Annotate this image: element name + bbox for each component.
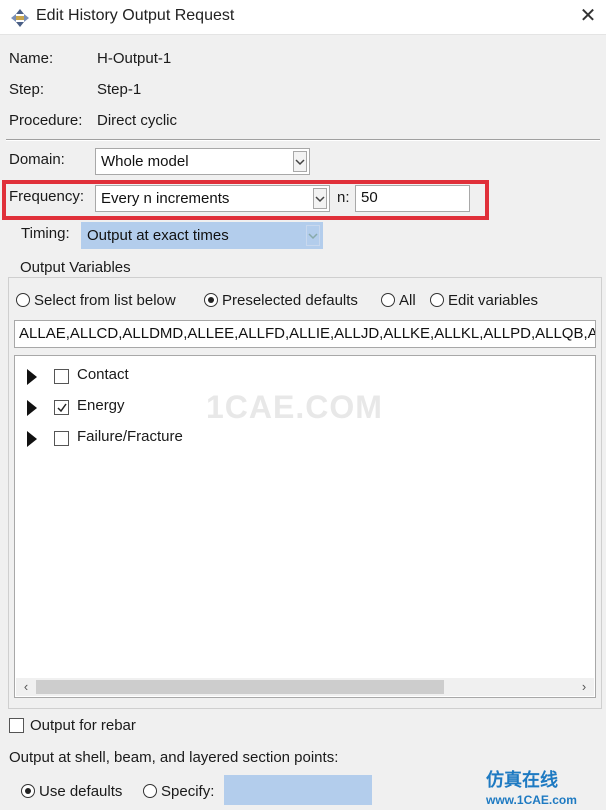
name-label: Name: [9, 50, 54, 67]
rebar-label: Output for rebar [30, 717, 136, 734]
specify-input-field[interactable] [224, 775, 372, 805]
chevron-down-icon[interactable] [293, 151, 307, 172]
radio-button[interactable] [381, 293, 395, 308]
step-value: Step-1 [97, 81, 142, 98]
radio-all[interactable]: All [381, 291, 416, 309]
scrollbar-thumb[interactable] [36, 680, 444, 694]
checkbox-energy[interactable] [54, 400, 69, 415]
variables-text: ALLAE,ALLCD,ALLDMD,ALLEE,ALLFD,ALLIE,ALL… [19, 325, 596, 342]
brand-watermark: 仿真在线 www.1CAE.com [486, 770, 577, 810]
checkbox-rebar[interactable] [9, 718, 24, 733]
domain-label: Domain: [9, 151, 65, 168]
timing-label: Timing: [21, 225, 70, 242]
abaqus-output-icon [10, 8, 30, 28]
variables-text-field[interactable]: ALLAE,ALLCD,ALLDMD,ALLEE,ALLFD,ALLIE,ALL… [14, 320, 596, 348]
step-label: Step: [9, 81, 45, 98]
horizontal-scrollbar[interactable]: ‹ › [16, 678, 594, 696]
close-icon[interactable]: ✕ [576, 3, 600, 29]
checkbox-contact[interactable] [54, 369, 69, 384]
window-title: Edit History Output Request [36, 7, 235, 24]
domain-value: Whole model [101, 153, 189, 170]
name-value: H-Output-1 [97, 50, 172, 67]
radio-button[interactable] [16, 293, 30, 308]
expand-arrow-icon[interactable] [27, 431, 37, 447]
checkbox-failure-fracture[interactable] [54, 431, 69, 446]
scroll-right-icon[interactable]: › [576, 679, 592, 695]
radio-button-selected[interactable] [21, 784, 35, 799]
procedure-label: Procedure: [9, 112, 83, 129]
chevron-down-icon[interactable] [306, 225, 320, 246]
radio-button-selected[interactable] [204, 293, 218, 308]
expand-arrow-icon[interactable] [27, 400, 37, 416]
brand-text: 仿真在线 [486, 770, 558, 790]
section-points-label: Output at shell, beam, and layered secti… [9, 749, 339, 766]
output-variables-title: Output Variables [16, 259, 135, 276]
scroll-left-icon[interactable]: ‹ [18, 679, 34, 695]
radio-specify[interactable]: Specify: [143, 782, 214, 800]
brand-url: www.1CAE.com [486, 793, 577, 807]
radio-button[interactable] [430, 293, 444, 308]
timing-value: Output at exact times [87, 227, 229, 244]
frequency-highlight-box [2, 180, 489, 220]
procedure-value: Direct cyclic [97, 112, 178, 129]
specify-input[interactable] [224, 775, 372, 805]
watermark-text: 1CAE.COM [206, 389, 383, 425]
radio-button[interactable] [143, 784, 157, 799]
radio-use-defaults[interactable]: Use defaults [21, 782, 122, 800]
radio-select-from-list[interactable]: Select from list below [16, 291, 176, 309]
domain-select[interactable]: Whole model [95, 148, 310, 175]
separator [6, 139, 600, 141]
radio-edit-variables[interactable]: Edit variables [430, 291, 538, 309]
timing-select[interactable]: Output at exact times [81, 222, 323, 249]
radio-preselected-defaults[interactable]: Preselected defaults [204, 291, 358, 309]
expand-arrow-icon[interactable] [27, 369, 37, 385]
